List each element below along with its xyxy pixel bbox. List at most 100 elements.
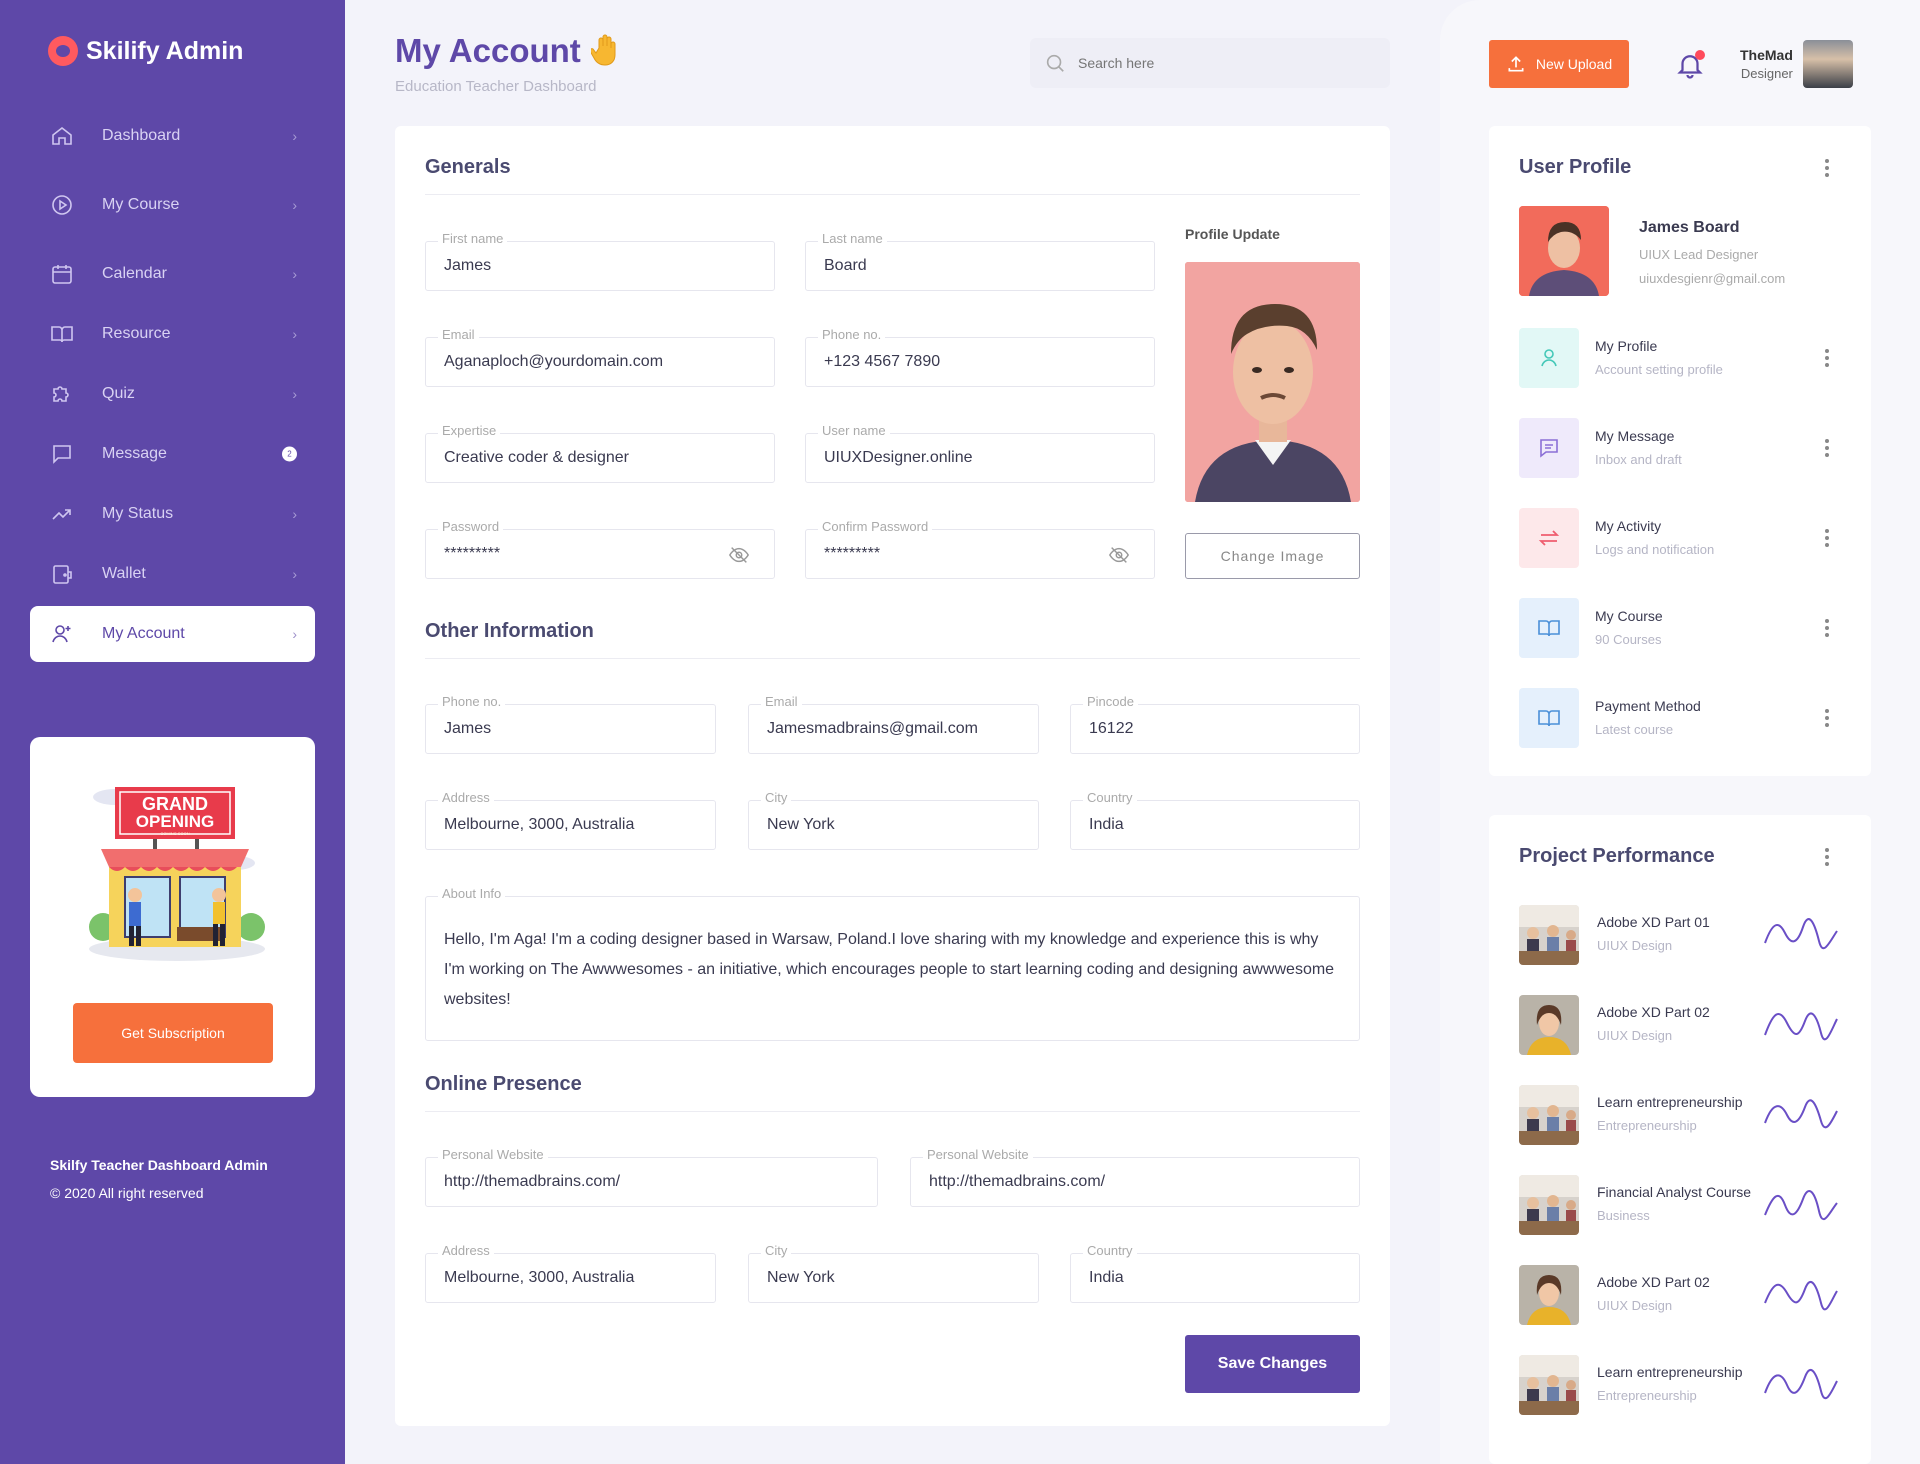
field-value: Jamesmadbrains@gmail.com [767, 720, 978, 737]
user-name: TheMad [1740, 47, 1793, 63]
course-thumbnail [1519, 1265, 1579, 1325]
course-title: Learn entrepreneurship [1597, 1094, 1743, 1110]
sparkline [1764, 918, 1838, 950]
course-thumbnail [1519, 1085, 1579, 1145]
nav-label: Calendar [102, 265, 167, 282]
nav-item-my-account[interactable]: My Account › [30, 606, 315, 662]
website2-field[interactable]: Personal Website http://themadbrains.com… [910, 1147, 1360, 1207]
menu-my-message[interactable]: My Message Inbox and draft [1519, 418, 1779, 478]
search-icon [1046, 54, 1064, 72]
brand[interactable]: Skilify Admin [48, 36, 243, 66]
online-city-field[interactable]: City New York [748, 1243, 1039, 1303]
username-field[interactable]: User name UIUXDesigner.online [805, 423, 1155, 483]
field-label: Last name [818, 231, 887, 246]
nav-label: My Course [102, 196, 180, 213]
menu-my-course[interactable]: My Course 90 Courses [1519, 598, 1779, 658]
get-subscription-button[interactable]: Get Subscription [73, 1003, 273, 1063]
password-field[interactable]: Password ********* [425, 519, 775, 579]
first-name-field[interactable]: First name James [425, 231, 775, 291]
nav-item-message[interactable]: Message 2 [30, 426, 315, 482]
expertise-field[interactable]: Expertise Creative coder & designer [425, 423, 775, 483]
chevron-right-icon: › [292, 197, 297, 213]
sparkline [1764, 1190, 1838, 1221]
field-label: Country [1083, 790, 1137, 805]
pincode-field[interactable]: Pincode 16122 [1070, 694, 1360, 754]
field-value: http://themadbrains.com/ [444, 1173, 621, 1190]
user-plus-icon [52, 625, 71, 643]
eye-off-icon[interactable] [728, 544, 750, 566]
more-vertical-icon[interactable] [1825, 439, 1829, 457]
more-vertical-icon[interactable] [1825, 709, 1829, 727]
nav-item-dashboard[interactable]: Dashboard › [30, 108, 315, 164]
nav-label: My Status [102, 505, 174, 522]
more-vertical-icon[interactable] [1825, 529, 1829, 547]
more-vertical-icon[interactable] [1825, 848, 1829, 866]
sparkline [1764, 1099, 1838, 1129]
other-info-title: Other Information [425, 620, 594, 642]
nav-item-wallet[interactable]: Wallet › [30, 546, 315, 602]
about-info-field[interactable]: About Info Hello, I'm Aga! I'm a coding … [425, 886, 1360, 1041]
menu-sub: Account setting profile [1595, 362, 1723, 377]
avatar [1802, 40, 1853, 88]
website1-field[interactable]: Personal Website http://themadbrains.com… [425, 1147, 878, 1207]
course-category: UIUX Design [1597, 938, 1673, 953]
search-bar[interactable] [1030, 38, 1390, 88]
performance-item[interactable]: Learn entrepreneurship Entrepreneurship [1519, 1355, 1838, 1415]
eye-off-icon[interactable] [1108, 544, 1130, 566]
trending-up-icon [52, 509, 71, 520]
book-icon [1519, 688, 1579, 748]
more-vertical-icon[interactable] [1825, 159, 1829, 177]
course-category: Business [1597, 1208, 1650, 1223]
performance-item[interactable]: Learn entrepreneurship Entrepreneurship [1519, 1085, 1838, 1145]
field-label: Pincode [1083, 694, 1138, 709]
menu-title: My Message [1595, 428, 1675, 444]
notification-bell[interactable] [1675, 50, 1705, 85]
menu-title: My Profile [1595, 338, 1658, 354]
menu-payment-method[interactable]: Payment Method Latest course [1519, 688, 1779, 748]
nav-item-calendar[interactable]: Calendar › [30, 246, 315, 302]
save-changes-button[interactable]: Save Changes [1185, 1335, 1360, 1393]
online-presence-title: Online Presence [425, 1073, 582, 1095]
nav-label: Message [102, 445, 167, 462]
sparkline [1764, 1012, 1838, 1041]
address-field[interactable]: Address Melbourne, 3000, Australia [425, 790, 716, 850]
other-phone-field[interactable]: Phone no. James [425, 694, 716, 754]
page-subtitle: Education Teacher Dashboard [395, 78, 597, 95]
confirm-password-field[interactable]: Confirm Password ********* [805, 519, 1155, 579]
menu-my-profile[interactable]: My Profile Account setting profile [1519, 328, 1779, 388]
email-field[interactable]: Email Aganaploch@yourdomain.com [425, 327, 775, 387]
last-name-field[interactable]: Last name Board [805, 231, 1155, 291]
chevron-right-icon: › [292, 626, 297, 642]
change-image-button[interactable]: Change Image [1185, 533, 1360, 579]
more-vertical-icon[interactable] [1825, 349, 1829, 367]
country-field[interactable]: Country India [1070, 790, 1360, 850]
user-menu[interactable]: TheMad Designer [1740, 40, 1853, 88]
city-field[interactable]: City New York [748, 790, 1039, 850]
performance-item[interactable]: Adobe XD Part 02 UIUX Design [1519, 1265, 1838, 1325]
user-icon [1519, 328, 1579, 388]
field-label: First name [438, 231, 508, 246]
more-vertical-icon[interactable] [1825, 619, 1829, 637]
performance-item[interactable]: Adobe XD Part 02 UIUX Design [1519, 995, 1838, 1055]
nav-item-resource[interactable]: Resource › [30, 306, 315, 362]
menu-my-activity[interactable]: My Activity Logs and notification [1519, 508, 1779, 568]
phone-field[interactable]: Phone no. +123 4567 7890 [805, 327, 1155, 387]
promo-card: GRAND OPENING COMING SOON Get Subscripti… [30, 737, 315, 1097]
nav-item-quiz[interactable]: Quiz › [30, 366, 315, 422]
nav-item-my-course[interactable]: My Course › [30, 177, 315, 233]
online-address-field[interactable]: Address Melbourne, 3000, Australia [425, 1243, 716, 1303]
course-title: Learn entrepreneurship [1597, 1364, 1743, 1380]
course-thumbnail [1519, 995, 1579, 1055]
user-profile-photo [1519, 206, 1609, 296]
profile-name: James Board [1639, 219, 1740, 236]
performance-item[interactable]: Financial Analyst Course Business [1519, 1175, 1838, 1235]
field-label: Phone no. [438, 694, 506, 709]
brand-name: Skilify Admin [86, 36, 244, 65]
online-country-field[interactable]: Country India [1070, 1243, 1360, 1303]
field-label: Country [1083, 1243, 1137, 1258]
search-input[interactable] [1078, 55, 1358, 71]
other-email-field[interactable]: Email Jamesmadbrains@gmail.com [748, 694, 1039, 754]
performance-item[interactable]: Adobe XD Part 01 UIUX Design [1519, 905, 1838, 965]
nav-item-my-status[interactable]: My Status › [30, 486, 315, 542]
new-upload-button[interactable]: New Upload [1489, 40, 1629, 88]
